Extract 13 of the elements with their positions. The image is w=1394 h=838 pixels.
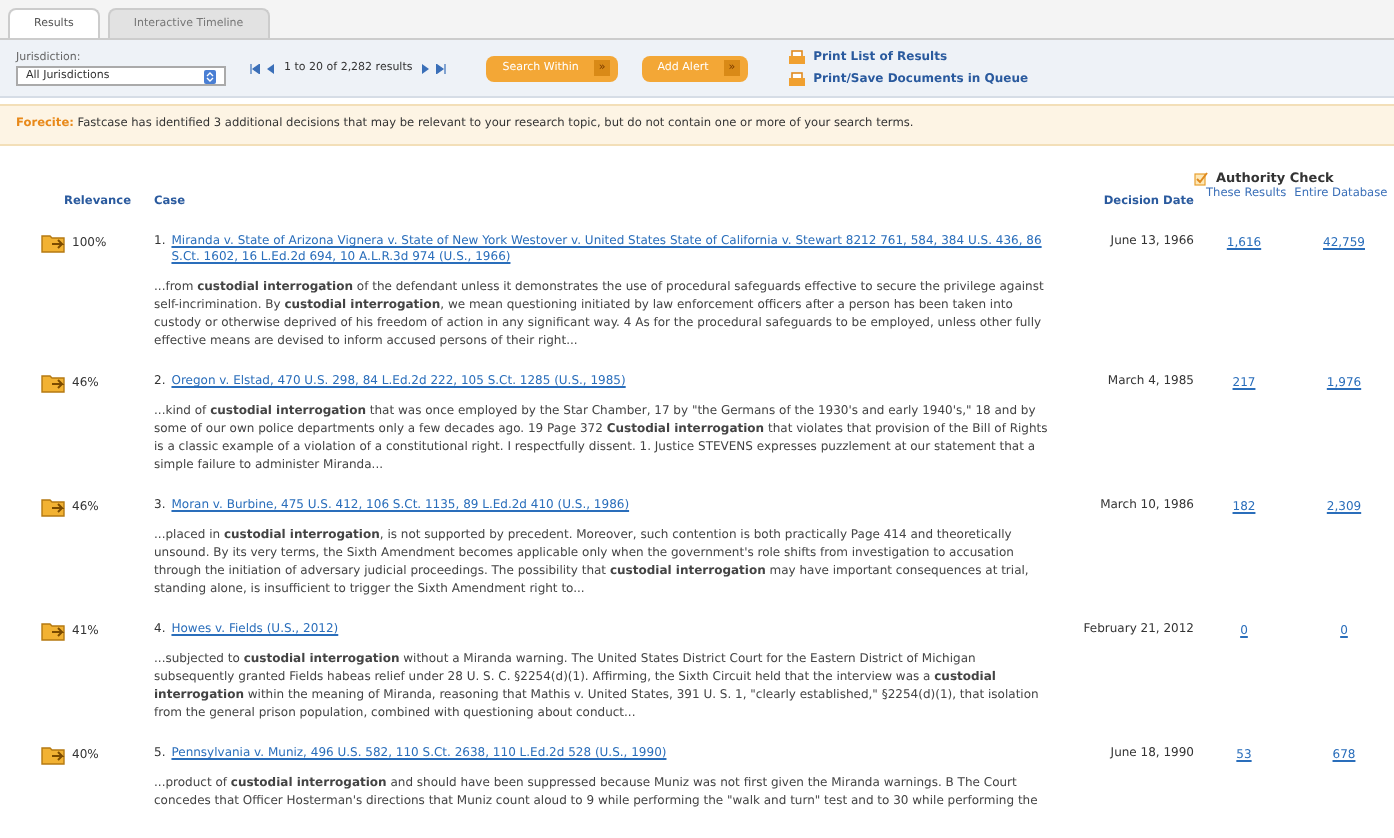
printer-icon — [787, 71, 806, 88]
dropdown-arrows-icon — [204, 69, 216, 84]
checkmark-icon — [1194, 172, 1208, 187]
folder-arrow-icon[interactable] — [40, 372, 68, 395]
printer-icon — [787, 49, 806, 66]
previous-page-icon[interactable] — [266, 63, 274, 74]
folder-arrow-icon[interactable] — [40, 744, 68, 767]
folder-arrow-icon[interactable] — [40, 232, 68, 255]
folder-arrow-icon[interactable] — [40, 620, 68, 643]
next-page-icon[interactable] — [422, 63, 431, 74]
folder-arrow-icon[interactable] — [40, 496, 68, 519]
last-page-icon[interactable] — [436, 63, 447, 74]
first-page-icon[interactable] — [250, 63, 260, 74]
